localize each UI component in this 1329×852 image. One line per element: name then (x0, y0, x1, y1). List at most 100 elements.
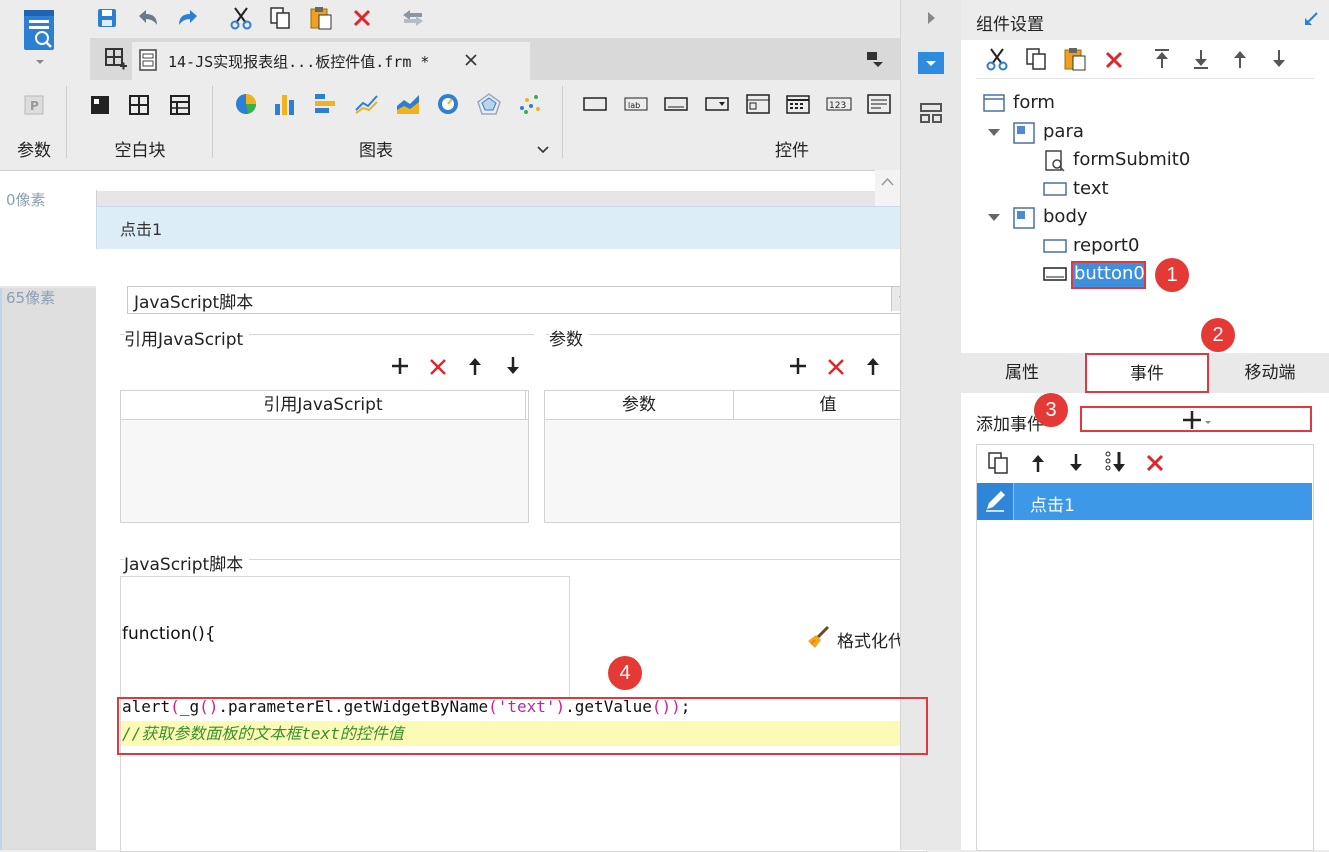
layout-icon[interactable] (919, 102, 943, 124)
report-node-icon (1043, 239, 1067, 253)
dialog-title: 点击1 (120, 220, 163, 239)
new-form-icon[interactable] (104, 47, 128, 71)
close-icon[interactable] (464, 53, 478, 67)
tab-events[interactable]: 事件 (1085, 353, 1209, 393)
label-widget-icon[interactable]: lab (624, 94, 648, 114)
button-node-icon (1043, 267, 1067, 281)
copy-icon[interactable] (986, 451, 1010, 475)
horizontal-bar-chart-icon[interactable] (313, 92, 339, 116)
params-table[interactable]: 参数 值 (544, 390, 926, 523)
tree-node-para[interactable]: para (1043, 121, 1084, 142)
para-offset-label: 0像素 (6, 191, 46, 209)
delete-icon[interactable] (352, 8, 372, 28)
pie-chart-icon[interactable] (234, 92, 258, 116)
bar-chart-icon[interactable] (273, 92, 299, 116)
blank-block-grid-icon[interactable] (169, 94, 191, 116)
body-offset-label: 65像素 (6, 289, 56, 307)
tab-list-icon[interactable] (864, 50, 884, 68)
body-node-icon (1013, 207, 1035, 229)
add-icon[interactable] (390, 356, 410, 376)
ref-js-table-header: 引用JavaScript (121, 391, 528, 420)
body-area[interactable] (0, 288, 96, 850)
move-to-bottom-icon[interactable] (1104, 450, 1130, 476)
swap-icon[interactable] (400, 8, 426, 28)
textarea-widget-icon[interactable] (867, 94, 891, 114)
resize-arrow-icon[interactable] (1302, 10, 1320, 28)
ribbon-group-chart: 图表 (359, 141, 393, 161)
paste-icon[interactable] (308, 5, 334, 31)
cut-icon[interactable] (985, 47, 1009, 71)
dropdown-widget-icon[interactable] (705, 94, 729, 114)
button-widget-icon[interactable] (583, 94, 607, 114)
copy-icon[interactable] (268, 6, 292, 30)
chevron-down-icon[interactable] (536, 143, 550, 154)
copy-icon[interactable] (1024, 47, 1048, 71)
date-widget-icon[interactable] (786, 94, 810, 114)
cut-icon[interactable] (229, 6, 253, 30)
event-list-item[interactable] (977, 483, 1312, 520)
undo-icon[interactable] (135, 7, 161, 29)
delete-icon[interactable] (1104, 50, 1124, 70)
svg-text:P: P (30, 99, 39, 113)
function-open-text: function(){ (122, 624, 216, 644)
tree-node-text[interactable]: text (1073, 178, 1109, 199)
tree-node-formsubmit0[interactable]: formSubmit0 (1073, 149, 1190, 170)
edit-icon[interactable] (977, 483, 1014, 520)
file-tab-title: 14-JS实现报表组...板控件值.frm * (168, 53, 430, 71)
move-up-icon[interactable] (1231, 48, 1249, 70)
event-item-label: 点击1 (1030, 496, 1075, 516)
tree-node-form[interactable]: form (1013, 92, 1055, 113)
add-event-button[interactable] (1080, 406, 1312, 432)
canvas-ruler (0, 170, 875, 191)
component-list-icon[interactable] (918, 52, 944, 74)
move-down-icon[interactable] (505, 356, 521, 376)
number-widget-icon[interactable]: 123 (826, 94, 852, 114)
parameter-widget-icon[interactable]: P (23, 94, 45, 116)
collapse-arrow-icon[interactable] (925, 10, 937, 26)
expand-arrow-icon[interactable] (988, 129, 1000, 136)
textbox-widget-icon[interactable] (664, 94, 688, 114)
area-chart-icon[interactable] (395, 92, 421, 116)
move-up-icon[interactable] (1030, 452, 1046, 474)
app-menu-icon[interactable] (22, 8, 58, 68)
move-up-icon[interactable] (467, 356, 483, 376)
delete-icon[interactable] (1145, 453, 1165, 473)
scatter-chart-icon[interactable] (517, 92, 543, 116)
params-column-name: 参数 (545, 391, 734, 419)
panel-title: 组件设置 (976, 15, 1044, 35)
redo-icon[interactable] (175, 7, 201, 29)
broom-icon[interactable] (806, 624, 832, 650)
add-icon[interactable] (788, 356, 808, 376)
tab-mobile[interactable]: 移动端 (1211, 353, 1329, 391)
blank-block-split-icon[interactable] (128, 94, 150, 116)
move-up-icon[interactable] (865, 356, 881, 376)
line-chart-icon[interactable] (354, 92, 380, 116)
move-bottom-icon[interactable] (1192, 48, 1210, 70)
move-down-icon[interactable] (1068, 452, 1084, 474)
gauge-chart-icon[interactable] (436, 92, 460, 116)
expand-arrow-icon[interactable] (988, 214, 1000, 221)
ref-js-table[interactable]: 引用JavaScript (120, 390, 529, 523)
delete-icon[interactable] (428, 357, 448, 377)
callout-3: 3 (1034, 393, 1068, 427)
paste-icon[interactable] (1062, 46, 1088, 72)
callout-4: 4 (608, 656, 642, 690)
file-tab[interactable]: 14-JS实现报表组...板控件值.frm * (132, 42, 530, 80)
form-node-icon (983, 94, 1005, 112)
blank-block-absolute-icon[interactable] (89, 94, 111, 116)
tab-properties[interactable]: 属性 (961, 353, 1083, 391)
save-icon[interactable] (96, 7, 118, 29)
radar-chart-icon[interactable] (476, 92, 502, 116)
move-down-icon[interactable] (1270, 48, 1288, 70)
params-column-value: 值 (734, 391, 923, 419)
canvas-scrollbar[interactable] (875, 170, 900, 210)
tree-node-button0[interactable]: button0 (1074, 263, 1145, 284)
tree-node-report0[interactable]: report0 (1073, 235, 1139, 256)
listview-widget-icon[interactable] (746, 94, 770, 114)
move-top-icon[interactable] (1153, 48, 1171, 70)
event-type-value: JavaScript脚本 (134, 293, 254, 313)
form-file-icon (138, 49, 160, 71)
section-divider (546, 334, 930, 335)
delete-icon[interactable] (826, 357, 846, 377)
tree-node-body[interactable]: body (1043, 206, 1088, 227)
